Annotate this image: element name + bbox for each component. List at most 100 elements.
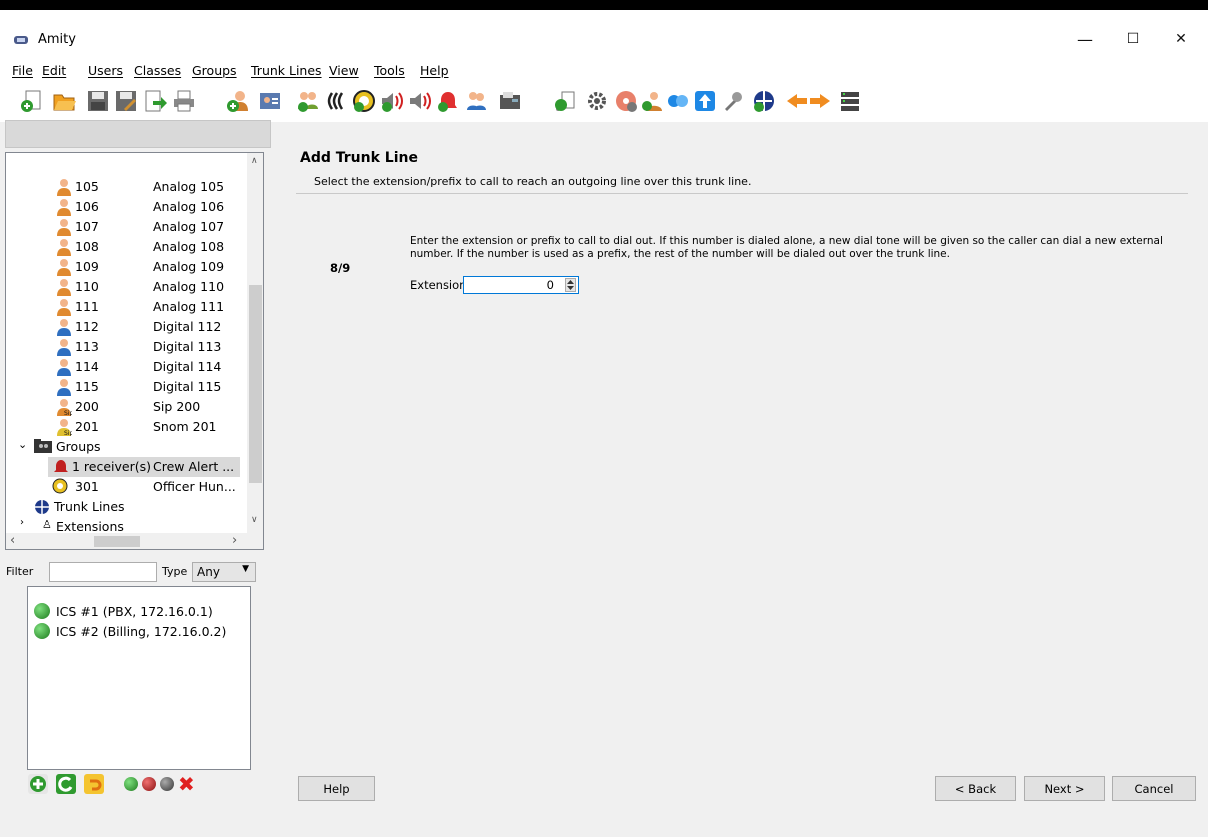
group-name: Officer Hun... — [153, 479, 236, 494]
menu-edit[interactable]: Edit — [42, 63, 66, 78]
forward-arrow-icon[interactable] — [808, 89, 832, 113]
menu-help[interactable]: Help — [420, 63, 449, 78]
close-button[interactable]: ✕ — [1158, 24, 1204, 54]
tree-item-extension[interactable]: 108 Analog 108 — [6, 237, 246, 257]
tree-item-extension[interactable]: Sip200 Sip 200 — [6, 397, 246, 417]
delete-x-icon[interactable]: ✖ — [178, 772, 195, 796]
green-dot-icon[interactable] — [124, 777, 138, 791]
maximize-button[interactable]: ☐ — [1110, 24, 1156, 54]
save-icon[interactable] — [86, 89, 110, 113]
tree-item-extension[interactable]: 107 Analog 107 — [6, 217, 246, 237]
menu-trunk-lines[interactable]: Trunk Lines — [251, 63, 322, 78]
chevron-right-icon[interactable]: › — [20, 517, 24, 528]
server-item[interactable]: ICS #2 (Billing, 172.16.0.2) — [34, 621, 226, 641]
add-ring-group-icon[interactable] — [352, 89, 376, 113]
scroll-down-icon[interactable]: ∨ — [251, 515, 258, 525]
speaker-icon[interactable] — [380, 89, 404, 113]
menu-file[interactable]: File — [12, 63, 33, 78]
user-card-icon[interactable] — [258, 89, 282, 113]
dropdown-arrow-icon[interactable]: ▼ — [242, 564, 249, 574]
type-select[interactable]: Any ▼ — [192, 562, 256, 582]
menu-classes[interactable]: Classes — [134, 63, 181, 78]
tree-item-extension[interactable]: 110 Analog 110 — [6, 277, 246, 297]
extensions-icon: ♙ — [42, 518, 52, 531]
gray-dot-icon[interactable] — [160, 777, 174, 791]
upload-icon[interactable] — [693, 89, 717, 113]
tree-item-extension[interactable]: 114 Digital 114 — [6, 357, 246, 377]
tree-vertical-scrollbar[interactable]: ∧ ∨ — [247, 153, 263, 549]
tree-horizontal-scrollbar[interactable]: ‹ › — [6, 533, 247, 549]
config-tree[interactable]: 105 Analog 105 106 Analog 106 107 Analog 107 1… — [5, 152, 264, 550]
add-trunk-icon[interactable] — [752, 89, 776, 113]
tools-icon[interactable] — [721, 89, 745, 113]
step-counter: 8/9 — [330, 261, 351, 275]
window-title: Amity — [38, 32, 76, 47]
spinner-arrows-icon[interactable] — [565, 278, 576, 292]
tree-item-extension[interactable]: 111 Analog 111 — [6, 297, 246, 317]
hunt-group-icon — [52, 478, 68, 494]
chevron-down-icon[interactable]: ⌄ — [18, 438, 27, 451]
scroll-thumb[interactable] — [94, 536, 140, 547]
add-group-icon[interactable] — [296, 89, 320, 113]
scroll-left-icon[interactable]: ‹ — [10, 533, 15, 548]
filter-row: Filter Type Any ▼ — [0, 560, 270, 586]
tree-item-extension[interactable]: 112 Digital 112 — [6, 317, 246, 337]
print-icon[interactable] — [172, 89, 196, 113]
tree-item-group[interactable]: 301 Officer Hun... — [6, 477, 246, 497]
back-button[interactable]: < Back — [935, 776, 1016, 801]
server-item[interactable]: ICS #1 (PBX, 172.16.0.1) — [34, 601, 213, 621]
servers-list[interactable]: ICS #1 (PBX, 172.16.0.1) ICS #2 (Billing… — [27, 586, 251, 770]
extension-name: Analog 111 — [153, 299, 225, 314]
menu-tools[interactable]: Tools — [374, 63, 405, 78]
extension-spinner[interactable]: 0 — [463, 276, 579, 294]
tree-item-extension[interactable]: 109 Analog 109 — [6, 257, 246, 277]
group-name: Crew Alert ... — [153, 459, 235, 474]
scroll-right-icon[interactable]: › — [232, 533, 237, 548]
extension-name: Digital 114 — [153, 359, 222, 374]
undo-icon[interactable] — [84, 774, 104, 794]
add-user-icon[interactable] — [226, 89, 250, 113]
scroll-thumb[interactable] — [249, 285, 262, 483]
menu-users[interactable]: Users — [88, 63, 123, 78]
cancel-button[interactable]: Cancel — [1112, 776, 1196, 801]
connect-icon[interactable] — [666, 89, 690, 113]
scroll-up-icon[interactable]: ∧ — [251, 156, 258, 166]
disc-gear-icon[interactable] — [614, 89, 638, 113]
left-panel-header — [5, 120, 271, 148]
add-users-icon[interactable] — [464, 89, 488, 113]
add-speaker-icon[interactable] — [408, 89, 432, 113]
filter-input[interactable] — [49, 562, 157, 582]
next-button[interactable]: Next > — [1024, 776, 1105, 801]
red-dot-icon[interactable] — [142, 777, 156, 791]
menu-view[interactable]: View — [329, 63, 359, 78]
save-as-icon[interactable] — [114, 89, 138, 113]
gear-icon[interactable] — [585, 89, 609, 113]
tree-item-extension[interactable]: Sip201 Snom 201 — [6, 417, 246, 437]
export-icon[interactable] — [143, 89, 167, 113]
server-list-icon[interactable] — [838, 89, 862, 113]
tree-item-extension[interactable]: 113 Digital 113 — [6, 337, 246, 357]
menu-groups[interactable]: Groups — [192, 63, 237, 78]
tree-node-trunk-lines[interactable]: Trunk Lines — [6, 497, 246, 517]
user-icon — [57, 279, 71, 296]
user-icon — [57, 359, 71, 376]
open-folder-icon[interactable] — [52, 89, 76, 113]
new-icon[interactable] — [20, 89, 44, 113]
tree-item-extension[interactable]: 106 Analog 106 — [6, 197, 246, 217]
tree-item-extension[interactable]: 105 Analog 105 — [6, 177, 246, 197]
extension-number: 106 — [75, 199, 99, 214]
user-config-icon[interactable] — [640, 89, 664, 113]
tree-node-groups[interactable]: ⌄ Groups — [6, 437, 246, 457]
help-button[interactable]: Help — [298, 776, 375, 801]
tree-node-extensions[interactable]: › ♙ Extensions — [6, 517, 246, 531]
fax-icon[interactable] — [498, 89, 522, 113]
phone-group-icon[interactable] — [326, 89, 350, 113]
refresh-icon[interactable] — [56, 774, 76, 794]
tree-item-group[interactable]: 1 receiver(s) Crew Alert ... — [48, 457, 240, 477]
back-arrow-icon[interactable] — [785, 89, 809, 113]
settings-dial-icon[interactable] — [552, 89, 576, 113]
add-alert-icon[interactable] — [436, 89, 460, 113]
tree-item-extension[interactable]: 115 Digital 115 — [6, 377, 246, 397]
add-circle-icon[interactable] — [28, 774, 48, 794]
minimize-button[interactable]: — — [1062, 24, 1108, 54]
